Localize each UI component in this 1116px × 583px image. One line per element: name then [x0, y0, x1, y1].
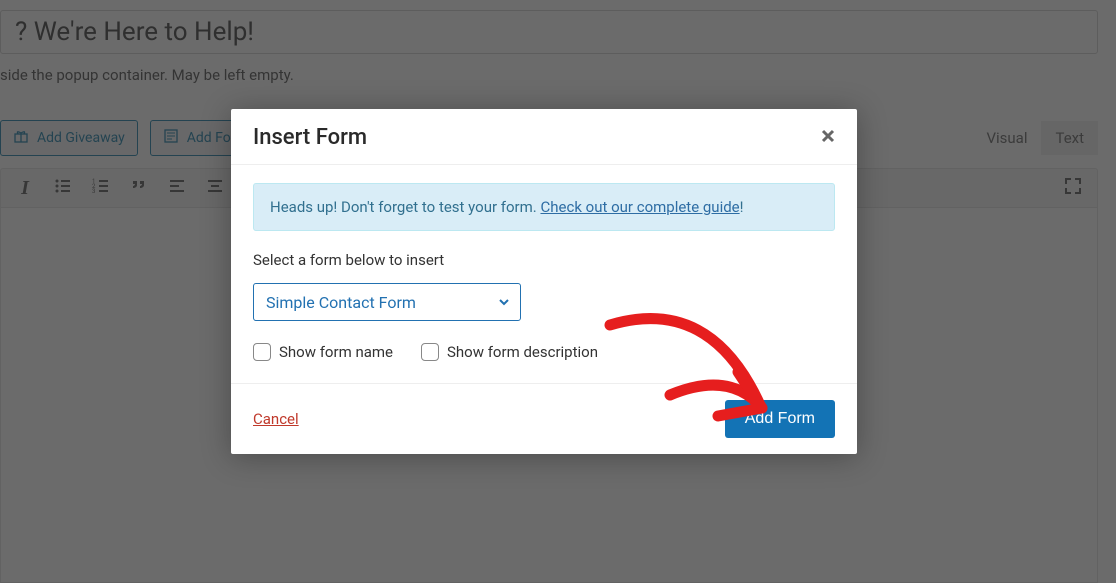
show-form-name-checkbox[interactable]: Show form name	[253, 343, 393, 361]
alert-punct: !	[740, 198, 744, 216]
close-icon	[821, 127, 835, 148]
alert-guide-link[interactable]: Check out our complete guide	[540, 198, 739, 216]
selected-option: Simple Contact Form	[266, 293, 416, 312]
close-button[interactable]	[821, 127, 835, 148]
form-select[interactable]: Simple Contact Form	[253, 283, 521, 321]
modal-body: Heads up! Don't forget to test your form…	[231, 165, 857, 383]
checkbox-row: Show form name Show form description	[253, 343, 835, 361]
alert-heads-up: Heads up!	[270, 198, 337, 216]
cancel-button[interactable]: Cancel	[253, 410, 299, 428]
alert-text: Don't forget to test your form.	[337, 198, 540, 216]
modal-title: Insert Form	[253, 125, 367, 150]
form-select-wrapper: Simple Contact Form	[253, 283, 521, 321]
checkbox-desc-label: Show form description	[447, 343, 598, 361]
checkbox-box-icon	[253, 343, 271, 361]
show-form-description-checkbox[interactable]: Show form description	[421, 343, 598, 361]
checkbox-box-icon	[421, 343, 439, 361]
modal-header: Insert Form	[231, 109, 857, 165]
select-form-label: Select a form below to insert	[253, 251, 835, 269]
insert-form-modal: Insert Form Heads up! Don't forget to te…	[231, 109, 857, 454]
info-alert: Heads up! Don't forget to test your form…	[253, 183, 835, 231]
modal-footer: Cancel Add Form	[231, 383, 857, 454]
checkbox-name-label: Show form name	[279, 343, 393, 361]
add-form-button[interactable]: Add Form	[725, 400, 835, 438]
